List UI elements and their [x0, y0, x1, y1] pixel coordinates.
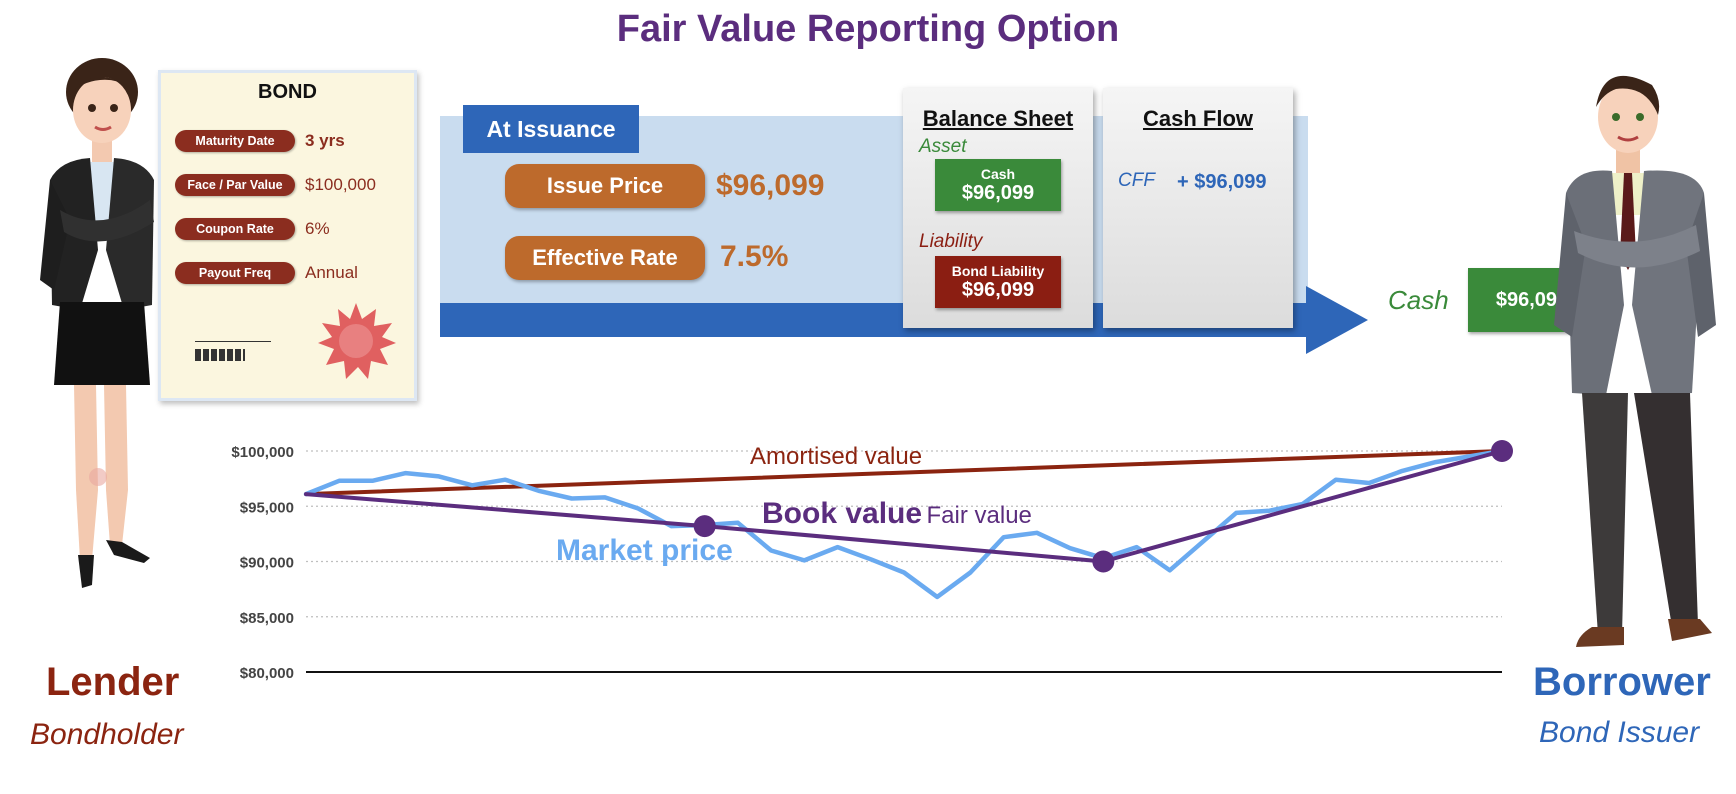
y-tick-label: $95,000: [240, 499, 294, 516]
book-value-marker: [1092, 550, 1115, 573]
y-tick-label: $100,000: [231, 444, 294, 461]
market-price-label: Market price: [556, 534, 733, 567]
y-tick-label: $90,000: [240, 555, 294, 572]
book-value-marker: [1491, 440, 1513, 462]
book-fair-value-label: Book value Fair value: [762, 497, 1032, 531]
value-chart: $100,000 $95,000 $90,000 $85,000 $80,000: [231, 440, 1513, 682]
amortised-value-label: Amortised value: [750, 443, 923, 470]
y-tick-label: $85,000: [240, 610, 294, 627]
fair-value-label: Fair value: [926, 502, 1032, 529]
book-value-label: Book value: [762, 497, 923, 530]
y-tick-label: $80,000: [240, 665, 294, 682]
